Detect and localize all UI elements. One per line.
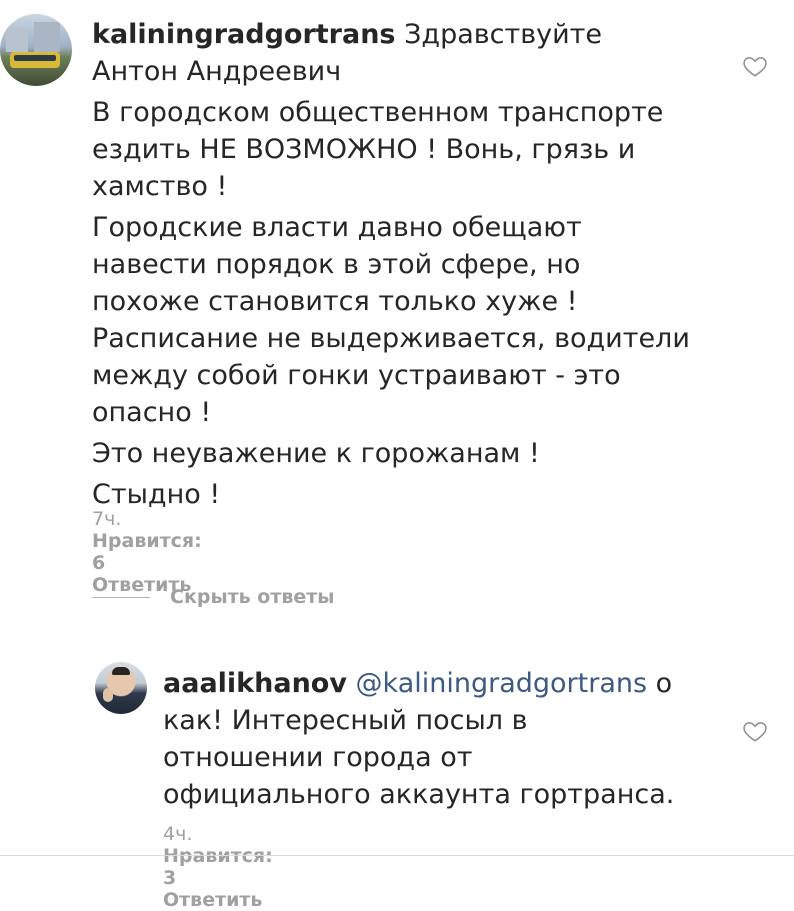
reply-username[interactable]: aaalikhanov bbox=[163, 668, 347, 699]
comment-paragraph-2: Городские власти давно обещают навести п… bbox=[92, 212, 690, 428]
comment-paragraph-1: В городском общественном транспорте езди… bbox=[92, 97, 664, 202]
reply-body: aaalikhanov @kaliningradgortrans о как! … bbox=[163, 665, 683, 813]
reply-likes[interactable]: Нравится: 3 bbox=[163, 845, 273, 889]
comment-time: 7ч. bbox=[92, 508, 122, 530]
heart-outline-icon[interactable] bbox=[742, 53, 768, 79]
hide-replies-row[interactable]: Скрыть ответы bbox=[92, 586, 334, 608]
comment-likes[interactable]: Нравится: 6 bbox=[92, 530, 202, 574]
reply-reply-button[interactable]: Ответить bbox=[163, 889, 262, 911]
comment-paragraph-3: Это неуважение к горожанам ! bbox=[92, 438, 540, 469]
reply-mention[interactable]: @kaliningradgortrans bbox=[356, 668, 648, 699]
avatar-kaliningradgortrans[interactable] bbox=[0, 14, 72, 86]
reply-time: 4ч. bbox=[163, 823, 193, 845]
heart-outline-icon[interactable] bbox=[742, 718, 768, 744]
avatar-aaalikhanov[interactable] bbox=[95, 662, 147, 714]
comment-body: kaliningradgortrans Здравствуйте Антон А… bbox=[92, 16, 692, 513]
hide-replies-divider bbox=[92, 596, 150, 598]
reply-meta: 4ч. Нравится: 3 Ответить bbox=[163, 823, 315, 911]
comment-meta: 7ч. Нравится: 6 Ответить bbox=[92, 508, 242, 596]
comment-header: kaliningradgortrans Здравствуйте Антон А… bbox=[92, 16, 692, 90]
hide-replies-button[interactable]: Скрыть ответы bbox=[170, 586, 334, 608]
comment-username[interactable]: kaliningradgortrans bbox=[92, 19, 396, 50]
divider bbox=[0, 855, 794, 856]
